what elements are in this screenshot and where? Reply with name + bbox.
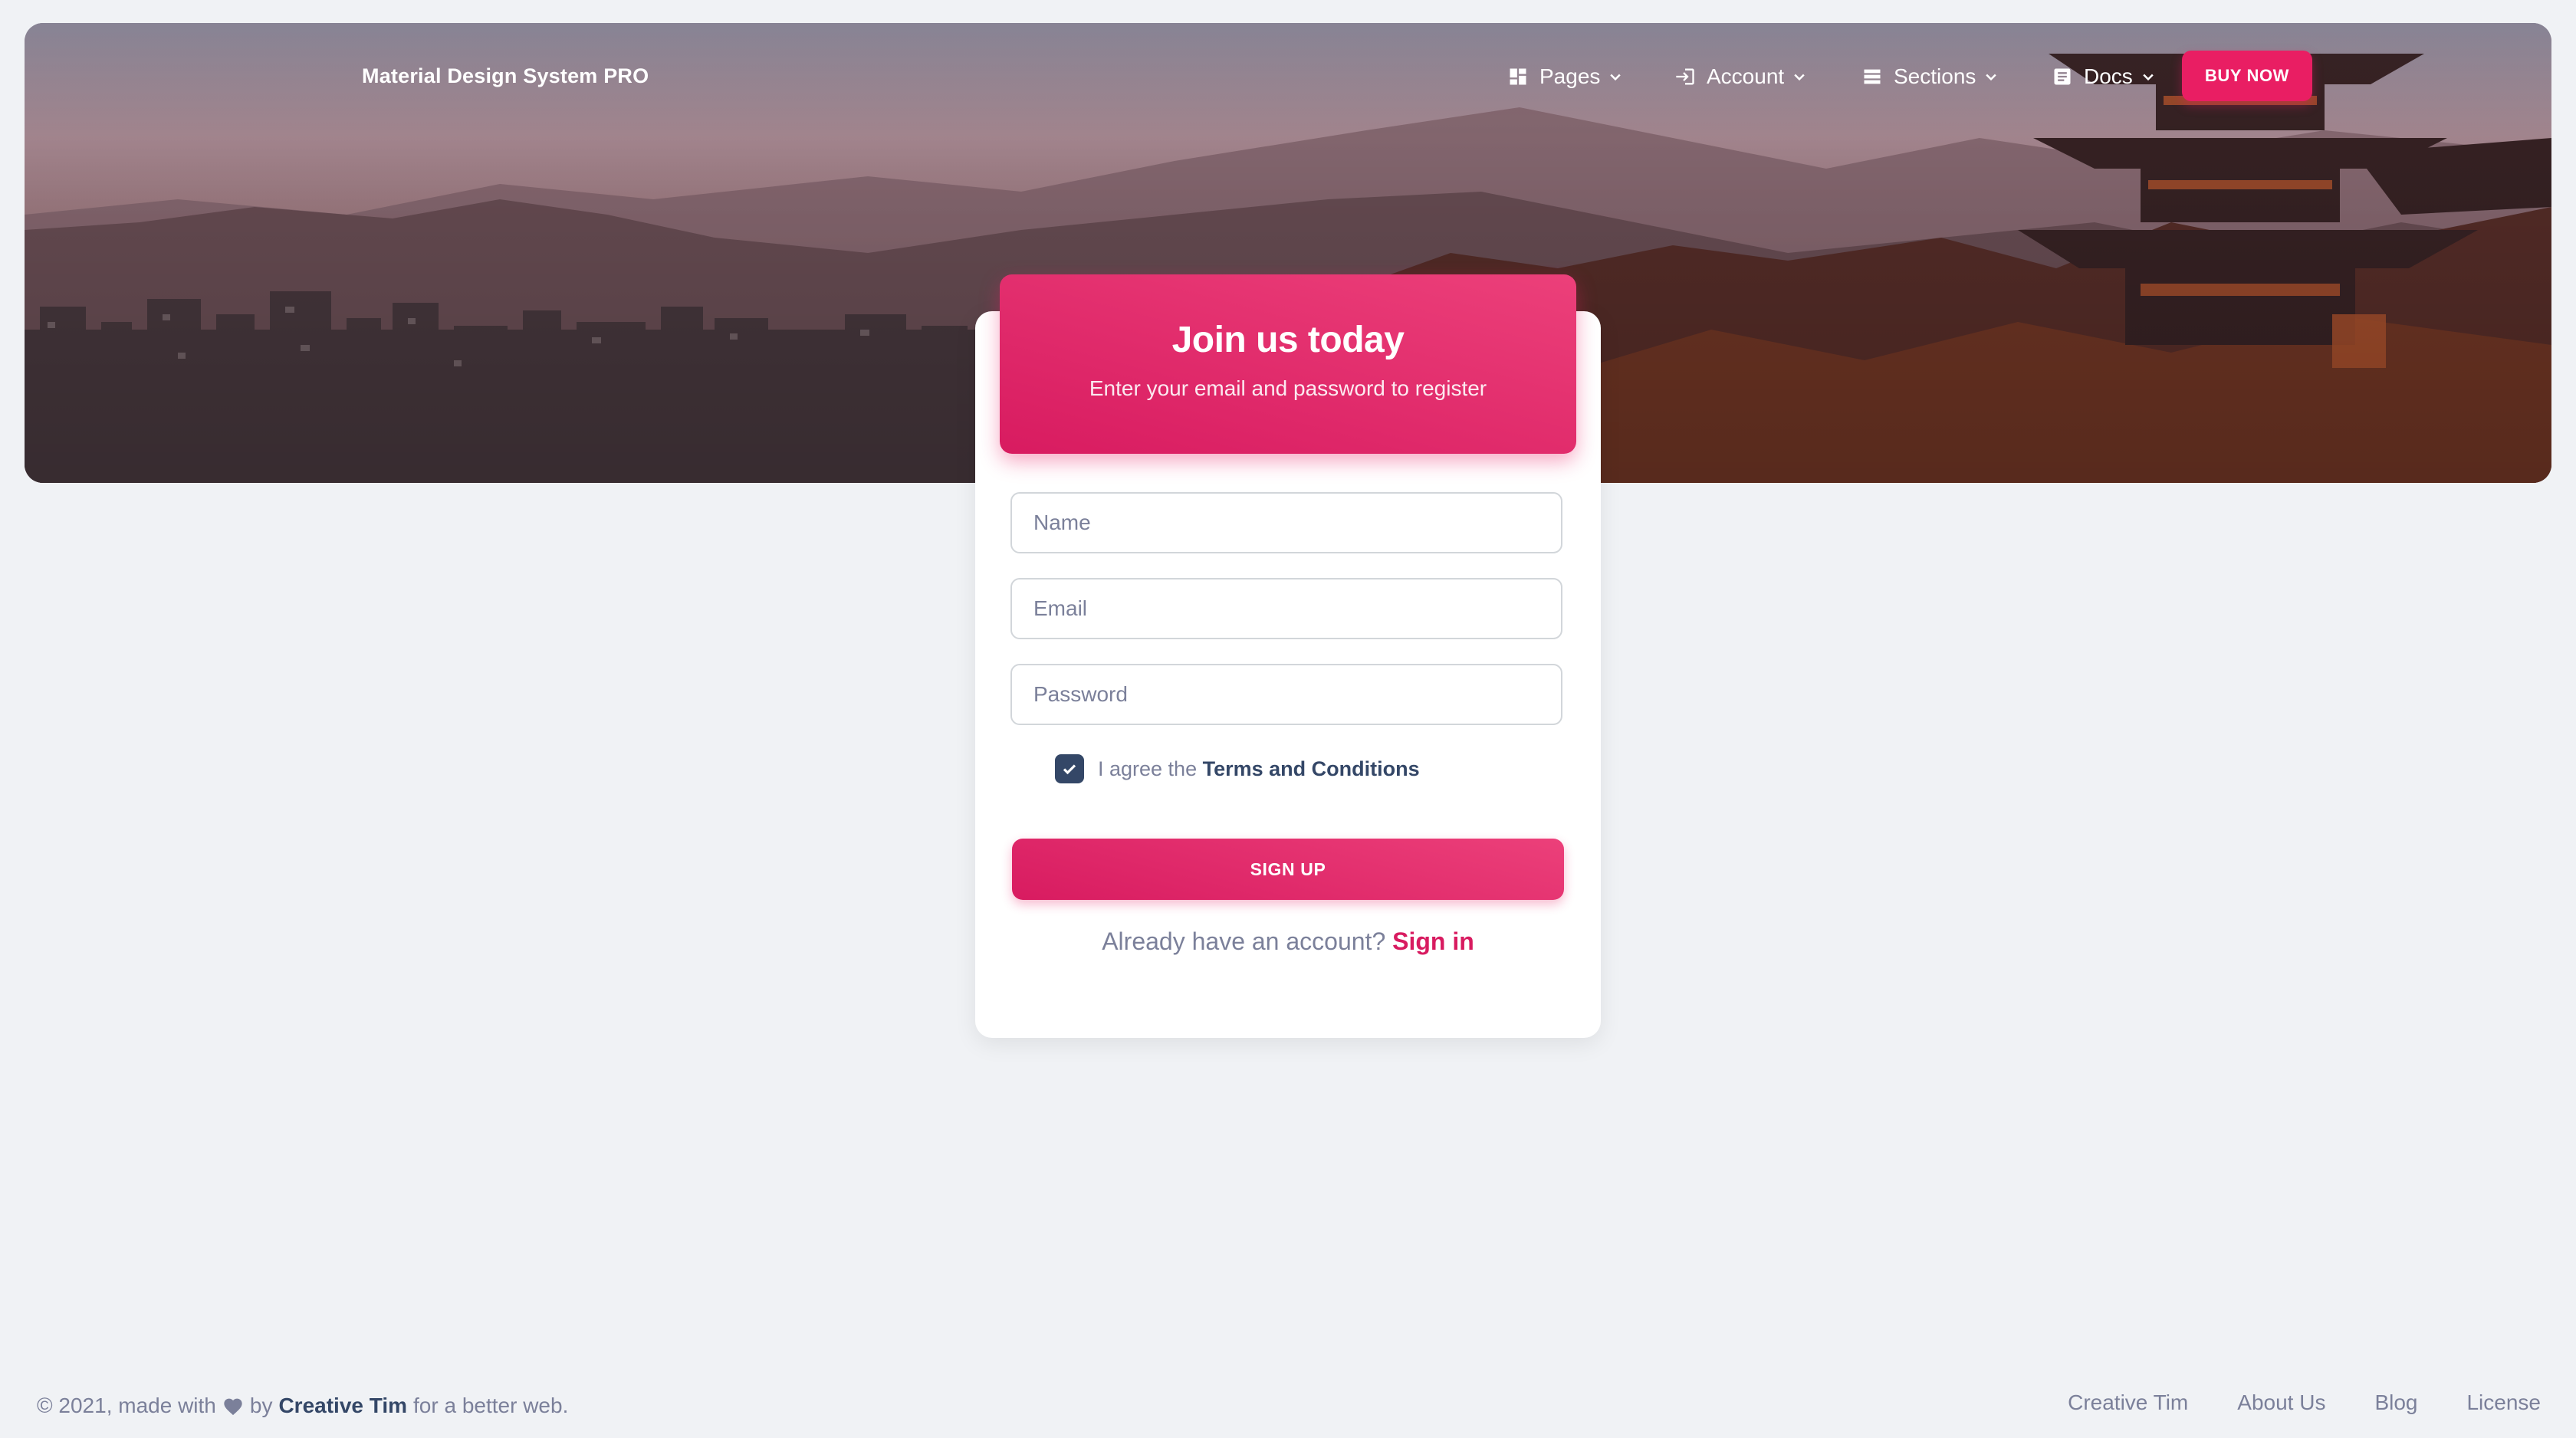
footer-link-about-us[interactable]: About Us <box>2237 1390 2325 1415</box>
footer-link-license[interactable]: License <box>2466 1390 2541 1415</box>
card-subtitle: Enter your email and password to registe… <box>1089 376 1487 400</box>
page: Material Design System PRO Pages Account… <box>0 0 2576 1438</box>
have-account-label: Already have an account? <box>1102 927 1386 955</box>
nav-pages[interactable]: Pages <box>1507 63 1623 90</box>
footer-links: Creative Tim About Us Blog License <box>2068 1390 2541 1415</box>
footer-link-creative-tim[interactable]: Creative Tim <box>2068 1390 2188 1415</box>
copyright-author-link[interactable]: Creative Tim <box>278 1394 407 1418</box>
nav-docs-label: Docs <box>2084 64 2133 88</box>
footer-link-blog[interactable]: Blog <box>2374 1390 2417 1415</box>
password-input[interactable] <box>1010 664 1562 725</box>
dashboard-icon <box>1510 68 1526 85</box>
view-list-icon <box>1864 69 1881 84</box>
chevron-down-icon <box>1610 74 1622 81</box>
nav-docs[interactable]: Docs <box>2052 63 2156 90</box>
email-input[interactable] <box>1010 578 1562 639</box>
terms-link[interactable]: Terms and Conditions <box>1203 757 1420 780</box>
check-icon <box>1063 764 1076 775</box>
nav-sections[interactable]: Sections <box>1861 63 1999 90</box>
chevron-down-icon <box>2143 74 2154 81</box>
card-title: Join us today <box>1171 320 1405 360</box>
login-icon <box>1676 68 1694 85</box>
heart-icon <box>224 1398 242 1416</box>
terms-agreement: I agree the Terms and Conditions <box>1055 754 1420 783</box>
copyright-prefix: © 2021, made with <box>37 1394 216 1417</box>
name-input[interactable] <box>1010 492 1562 553</box>
copyright-by: by <box>249 1394 273 1417</box>
sign-up-button[interactable]: SIGN UP <box>1012 839 1564 900</box>
signup-card-header: Join us today Enter your email and passw… <box>1000 274 1576 454</box>
nav-account-label: Account <box>1707 64 1785 88</box>
article-icon <box>2054 68 2071 85</box>
nav-sections-label: Sections <box>1894 64 1976 88</box>
terms-checkbox[interactable] <box>1055 754 1084 783</box>
chevron-down-icon <box>1794 74 1805 81</box>
buy-now-button[interactable]: BUY NOW <box>2182 51 2312 101</box>
sign-in-link[interactable]: Sign in <box>1392 927 1474 955</box>
have-account-text: Already have an account? Sign in <box>975 927 1601 956</box>
nav-pages-label: Pages <box>1539 64 1601 88</box>
footer-copyright: © 2021, made with by Creative Tim for a … <box>37 1394 568 1418</box>
copyright-suffix: for a better web. <box>413 1394 569 1417</box>
terms-prefix: I agree the <box>1098 757 1198 780</box>
brand-logo-text[interactable]: Material Design System PRO <box>362 64 649 88</box>
nav-account[interactable]: Account <box>1674 63 1807 90</box>
chevron-down-icon <box>1986 74 1997 81</box>
